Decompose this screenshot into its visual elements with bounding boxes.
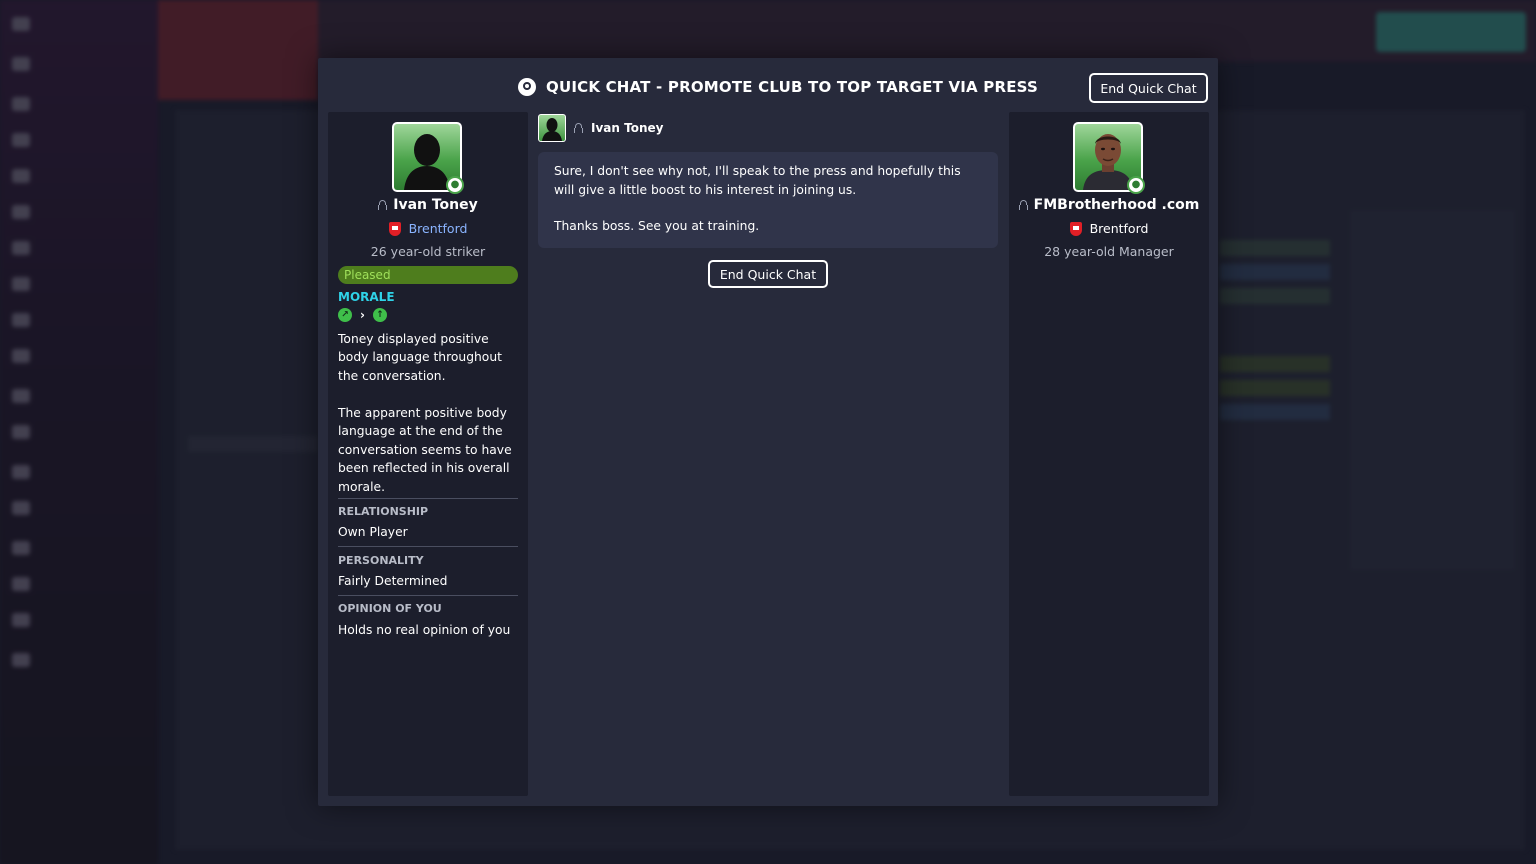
club-crest-icon — [388, 221, 401, 236]
player-club[interactable]: Brentford — [409, 221, 468, 236]
end-quick-chat-center-button[interactable]: End Quick Chat — [708, 260, 828, 288]
manager-club[interactable]: Brentford — [1090, 221, 1149, 236]
manager-name-row: FMBrotherhood .com — [1009, 197, 1209, 213]
player-status-icon — [378, 200, 388, 210]
player-avatar[interactable]: ● — [392, 122, 464, 194]
message-bubble: Sure, I don't see why not, I'll speak to… — [538, 152, 998, 248]
message-author: Ivan Toney — [591, 121, 664, 135]
end-quick-chat-button[interactable]: End Quick Chat — [1089, 73, 1208, 103]
chat-icon — [518, 78, 536, 96]
mood-badge: Pleased — [338, 266, 518, 284]
opinion-label: OPINION OF YOU — [338, 602, 442, 615]
divider — [338, 498, 518, 499]
morale-effect-text: The apparent positive body language at t… — [338, 406, 512, 494]
club-crest-icon — [1069, 221, 1082, 236]
relationship-label: RELATIONSHIP — [338, 505, 429, 518]
manager-status-icon — [1018, 200, 1028, 210]
morale-change: ↗ › ↑ — [338, 308, 387, 322]
body-language-text: Toney displayed positive body language t… — [338, 332, 502, 383]
morale-very-good-icon: ↑ — [372, 308, 387, 322]
quick-chat-dialog: QUICK CHAT - PROMOTE CLUB TO TOP TARGET … — [318, 58, 1218, 806]
message-avatar — [538, 114, 566, 142]
player-name[interactable]: Ivan Toney — [393, 197, 478, 213]
manager-card: ● FMBrotherhood .com Brentford 28 year-o… — [1009, 112, 1209, 796]
divider — [338, 595, 518, 596]
chat-area: Ivan Toney Sure, I don't see why not, I'… — [538, 112, 998, 796]
manager-subtitle: 28 year-old Manager — [1044, 244, 1174, 259]
player-status-icon — [574, 123, 583, 133]
manager-name[interactable]: FMBrotherhood .com — [1034, 197, 1200, 213]
dialog-title: QUICK CHAT - PROMOTE CLUB TO TOP TARGET … — [518, 78, 1038, 96]
player-name-row: Ivan Toney — [328, 197, 528, 213]
message-header: Ivan Toney — [538, 114, 663, 142]
player-club-row: Brentford — [328, 221, 528, 236]
dialog-title-text: QUICK CHAT - PROMOTE CLUB TO TOP TARGET … — [546, 78, 1039, 96]
person-badge-icon: ● — [446, 176, 464, 194]
personality-label: PERSONALITY — [338, 554, 424, 567]
person-badge-icon: ● — [1127, 176, 1145, 194]
morale-label: MORALE — [338, 290, 395, 304]
personality-value: Fairly Determined — [338, 574, 448, 588]
message-text: Sure, I don't see why not, I'll speak to… — [554, 164, 961, 197]
opinion-value: Holds no real opinion of you — [338, 623, 511, 637]
silhouette-icon — [542, 118, 562, 141]
chevron-right-icon: › — [360, 308, 365, 322]
relationship-value: Own Player — [338, 525, 408, 539]
player-card: ● Ivan Toney Brentford 26 year-old strik… — [328, 112, 528, 796]
divider — [338, 546, 518, 547]
morale-good-icon: ↗ — [338, 308, 352, 322]
dialog-header: QUICK CHAT - PROMOTE CLUB TO TOP TARGET … — [318, 58, 1218, 114]
player-subtitle: 26 year-old striker — [370, 244, 486, 259]
message-text: Thanks boss. See you at training. — [554, 219, 760, 234]
manager-avatar[interactable]: ● — [1073, 122, 1145, 194]
manager-club-row: Brentford — [1009, 221, 1209, 236]
